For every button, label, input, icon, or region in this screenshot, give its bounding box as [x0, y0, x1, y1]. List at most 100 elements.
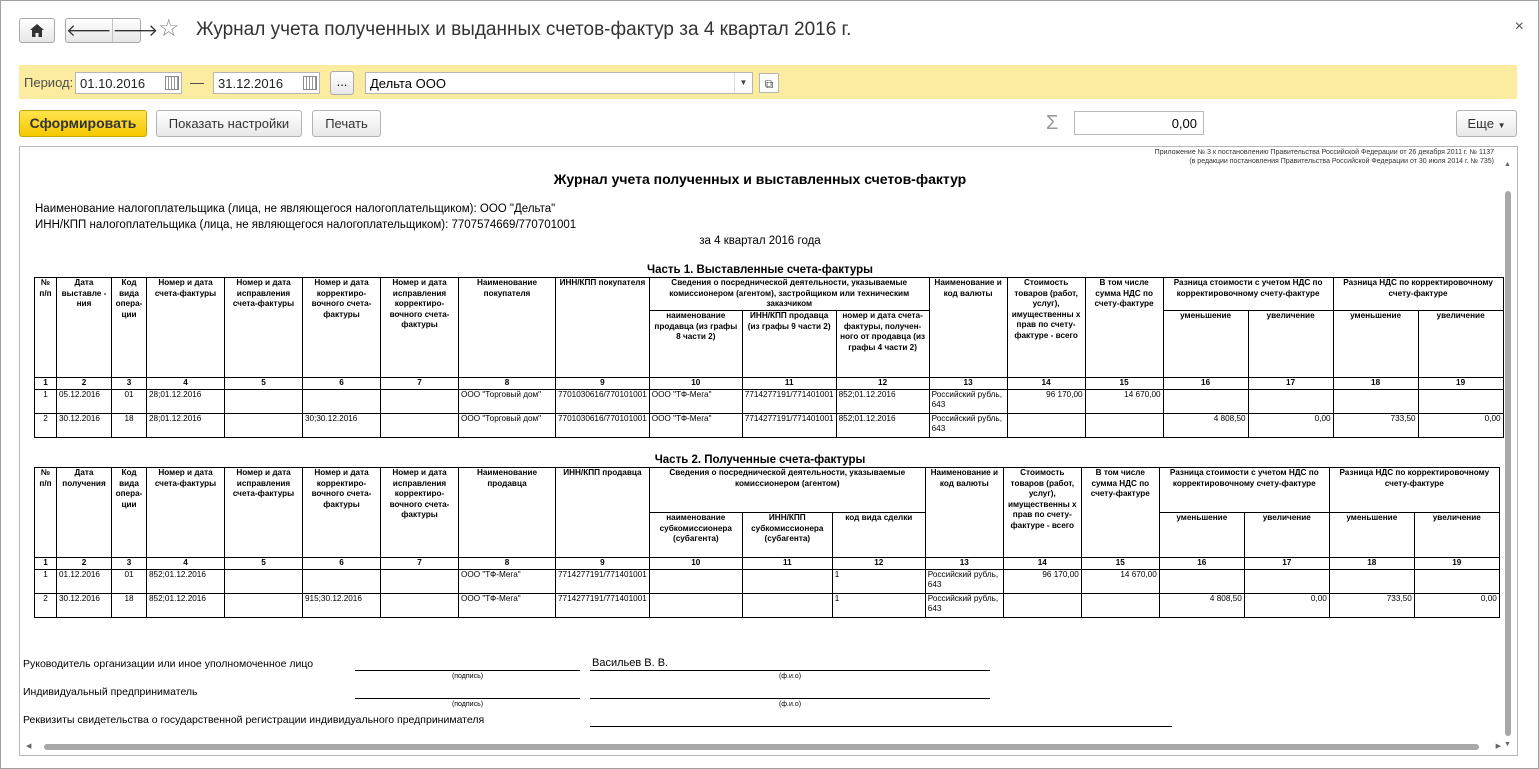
column-number-cell: 2: [56, 557, 112, 570]
part1-header-cell: Номер и дата исправления счета-фактуры: [224, 277, 303, 378]
organization-field[interactable]: Дельта ООО ▼ ⧉: [365, 72, 779, 94]
scroll-thumb[interactable]: [44, 744, 1479, 750]
table-cell: 7701030616/770101001: [555, 388, 650, 414]
period-dash: —: [190, 74, 204, 90]
date-from-field[interactable]: 01.10.2016: [75, 72, 182, 94]
part2-header-cell: Наименование продавца: [458, 467, 556, 558]
part1-title: Часть 1. Выставленные счета-фактуры: [647, 264, 873, 276]
table-cell: 05.12.2016: [56, 388, 112, 414]
part1-header-cell: Код вида опера- ции: [111, 277, 147, 378]
filter-bar: Период: 01.10.2016 — 31.12.2016 ... Дель…: [19, 65, 1517, 99]
column-number-cell: 18: [1328, 557, 1415, 570]
table-cell: ООО "ТФ-Мега": [458, 592, 556, 618]
scroll-left-icon[interactable]: ◀: [26, 742, 31, 750]
column-number-cell: 10: [648, 557, 743, 570]
scroll-down-icon[interactable]: ▼: [1504, 741, 1511, 748]
table-cell: 0,00: [1413, 592, 1500, 618]
table-cell: 915;30.12.2016: [302, 592, 381, 618]
print-button[interactable]: Печать: [312, 110, 381, 137]
part1-header-cell: Разница НДС по корректировочному счету-ф…: [1332, 277, 1504, 311]
table-cell: [1247, 388, 1334, 414]
date-from-value: 01.10.2016: [80, 76, 146, 91]
part2-header-cell: Номер и дата исправления корректиро- воч…: [380, 467, 459, 558]
table-cell: 2: [34, 412, 57, 438]
part2-header-cell: наименование субкомиссионера (субагента): [648, 512, 743, 558]
part2-header-cell: № п/п: [34, 467, 57, 558]
report-title: Журнал учета полученных и выставленных с…: [553, 171, 967, 187]
table-cell: [648, 568, 743, 594]
column-number-row: 1 2 3 4 5 6 7 8 9 10 11 12 13 14 15 16 17 18 19: [34, 557, 1500, 570]
table-cell: [1332, 388, 1419, 414]
table-cell: 30.12.2016: [56, 592, 112, 618]
table-cell: 01: [111, 388, 147, 414]
chevron-down-icon[interactable]: ▼: [734, 73, 752, 93]
table-cell: 733,50: [1328, 592, 1415, 618]
part1-header-cell: Номер и дата счета-фактуры: [146, 277, 225, 378]
table-cell: 7714277191/771401001: [741, 412, 837, 438]
column-number-cell: 18: [1332, 377, 1419, 390]
table-cell: Российский рубль, 643: [928, 388, 1008, 414]
horizontal-scrollbar[interactable]: ◀ ▶: [26, 742, 1501, 751]
close-icon[interactable]: ×: [1515, 18, 1524, 36]
table-cell: 733,50: [1332, 412, 1419, 438]
table-cell: [1328, 568, 1415, 594]
calendar-icon[interactable]: [303, 76, 317, 90]
part1-header-cell: Наименование покупателя: [458, 277, 556, 378]
scroll-up-icon[interactable]: ▲: [1504, 161, 1511, 168]
table-cell: 28;01.12.2016: [146, 412, 225, 438]
part1-header-cell: Наименование и код валюты: [928, 277, 1008, 378]
part2-table: № п/п Дата получения Код вида опера- ции…: [34, 467, 1500, 618]
select-period-button[interactable]: ...: [330, 71, 354, 95]
part2-header-cell: код вида сделки: [831, 512, 926, 558]
part1-header-cell: Стоимость товаров (работ, услуг), имущес…: [1006, 277, 1086, 378]
calendar-icon[interactable]: [165, 76, 179, 90]
scroll-thumb[interactable]: [1505, 191, 1511, 736]
scroll-right-icon[interactable]: ▶: [1496, 742, 1501, 750]
part1-header-cell: уменьшение: [1332, 310, 1419, 378]
forward-button[interactable]: 🡒: [111, 19, 158, 42]
table-cell: ООО "ТФ-Мега": [458, 568, 556, 594]
sum-field[interactable]: 0,00: [1074, 111, 1204, 135]
date-to-field[interactable]: 31.12.2016: [213, 72, 320, 94]
part2-header-cell: уменьшение: [1158, 512, 1245, 558]
table-cell: ООО "ТФ-Мега": [648, 412, 743, 438]
signature-caption: (подпись): [451, 701, 484, 708]
table-cell: [741, 592, 833, 618]
table-cell: 1: [34, 388, 57, 414]
table-cell: 18: [111, 592, 147, 618]
report-area[interactable]: Приложение № 3 к постановлению Правитель…: [19, 146, 1518, 756]
part1-header-cell: Номер и дата исправления корректиро- воч…: [380, 277, 459, 378]
column-number-cell: 9: [555, 557, 650, 570]
part2-header-cell: Сведения о посреднической деятельности, …: [648, 467, 926, 513]
table-cell: 7714277191/771401001: [555, 592, 650, 618]
show-settings-button[interactable]: Показать настройки: [156, 110, 302, 137]
signature-caption: (подпись): [451, 673, 484, 680]
home-button[interactable]: [19, 18, 55, 43]
part2-header-cell: увеличение: [1413, 512, 1500, 558]
generate-button[interactable]: Сформировать: [19, 110, 147, 137]
column-number-cell: 4: [146, 557, 225, 570]
table-cell: 852;01.12.2016: [835, 412, 930, 438]
arrow-left-icon: 🡐: [66, 20, 112, 40]
part1-header-cell: В том числе сумма НДС по счету-фактуре: [1084, 277, 1164, 378]
column-number-cell: 13: [924, 557, 1004, 570]
column-number-row: 1 2 3 4 5 6 7 8 9 10 11 12 13 14 15 16 17 18 19: [34, 377, 1504, 390]
vertical-scrollbar[interactable]: ▲ ▼: [1504, 161, 1512, 748]
star-icon[interactable]: ☆: [158, 17, 180, 41]
regulation-note-edition: (в редакции постановления Правительства …: [1189, 158, 1494, 165]
back-button[interactable]: 🡐: [66, 19, 112, 42]
part2-header-cell: В том числе сумма НДС по счету-фактуре: [1080, 467, 1160, 558]
column-number-cell: 19: [1413, 557, 1500, 570]
part1-header-cell: ИНН/КПП продавца (из графы 9 части 2): [741, 310, 837, 378]
more-button[interactable]: Еще ▼: [1456, 110, 1517, 137]
table-row: 2 30.12.2016 18 28;01.12.2016 30;30.12.2016 О…: [34, 412, 1504, 438]
taxpayer-name: Наименование налогоплательщика (лица, не…: [35, 203, 556, 215]
fio-caption: (ф.и.о): [778, 673, 802, 680]
table-cell: 28;01.12.2016: [146, 388, 225, 414]
open-icon[interactable]: ⧉: [759, 73, 779, 93]
column-number-cell: 5: [224, 377, 303, 390]
part2-header-cell: увеличение: [1243, 512, 1330, 558]
table-row: 2 30.12.2016 18 852;01.12.2016 915;30.12.201…: [34, 592, 1500, 618]
part1-header-cell: увеличение: [1247, 310, 1334, 378]
navigation-buttons: 🡐 🡒: [65, 18, 158, 43]
